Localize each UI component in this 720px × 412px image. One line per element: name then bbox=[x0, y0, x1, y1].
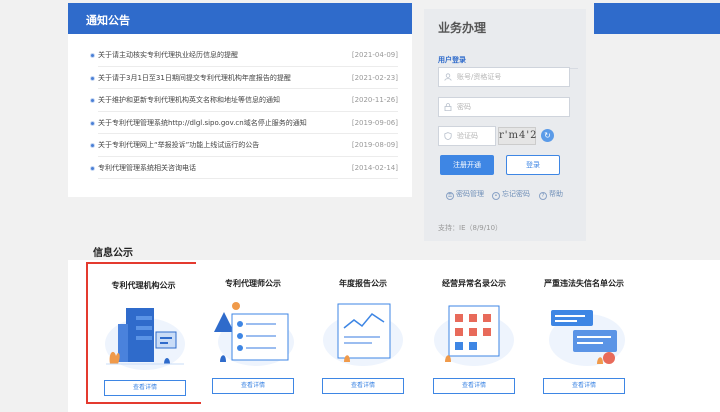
report-chart-illustration bbox=[323, 303, 403, 366]
user-icon bbox=[444, 73, 452, 81]
password-field[interactable]: 密码 bbox=[438, 97, 570, 117]
notice-item[interactable]: 专利代理管理系统相关咨询电话 [2014-02-14] bbox=[90, 157, 398, 179]
notice-panel: 通知公告 关于请主动核实专利代理执业经历信息的提醒 [2021-04-09] 关于… bbox=[68, 3, 412, 197]
account-field[interactable]: 账号/资格证号 bbox=[438, 67, 570, 87]
password-placeholder: 密码 bbox=[457, 103, 471, 111]
notice-date: [2021-02-23] bbox=[351, 73, 398, 82]
notice-date: [2020-11-26] bbox=[351, 96, 398, 104]
notice-title[interactable]: 关于请于3月1日至31日期间提交专利代理机构年度报告的提醒 bbox=[98, 67, 291, 89]
view-details-button[interactable]: 查看详情 bbox=[433, 378, 515, 394]
account-placeholder: 账号/资格证号 bbox=[457, 73, 502, 81]
notice-item[interactable]: 关于请主动核实专利代理执业经历信息的提醒 [2021-04-09] bbox=[90, 44, 398, 67]
info-section-title: 信息公示 bbox=[93, 248, 133, 259]
notice-list: 关于请主动核实专利代理执业经历信息的提醒 [2021-04-09] 关于请于3月1… bbox=[68, 34, 412, 179]
forgot-password-link[interactable]: • 忘记密码 bbox=[492, 189, 530, 200]
captcha-field[interactable]: 验证码 bbox=[438, 126, 496, 146]
login-button[interactable]: 登录 bbox=[506, 155, 560, 175]
notice-title[interactable]: 专利代理管理系统相关咨询电话 bbox=[98, 157, 196, 179]
bullet-icon bbox=[90, 143, 95, 148]
lock-icon bbox=[444, 103, 452, 111]
help-label: 帮助 bbox=[549, 190, 563, 198]
grid-list-illustration bbox=[434, 305, 514, 366]
bullet-icon bbox=[90, 165, 95, 171]
view-details-button[interactable]: 查看详情 bbox=[212, 378, 294, 394]
card-title: 经营异常名录公示 bbox=[442, 279, 506, 288]
notice-date: [2014-02-14] bbox=[351, 163, 398, 172]
chat-list-illustration bbox=[549, 310, 625, 366]
captcha-placeholder: 验证码 bbox=[457, 132, 478, 140]
notice-item[interactable]: 关于请于3月1日至31日期间提交专利代理机构年度报告的提醒 [2021-02-23… bbox=[90, 67, 398, 89]
notice-title[interactable]: 关于请主动核实专利代理执业经历信息的提醒 bbox=[98, 44, 238, 66]
notice-header: 通知公告 bbox=[68, 3, 412, 34]
bullet-icon bbox=[90, 53, 95, 58]
building-illustration bbox=[105, 308, 185, 370]
captcha-image[interactable]: r'm4'2 bbox=[498, 127, 537, 145]
card-abnormal-list[interactable]: 经营异常名录公示 查看详情 bbox=[417, 262, 531, 402]
card-agent[interactable]: 专利代理师公示 查看详情 bbox=[196, 262, 310, 402]
card-annual-report[interactable]: 年度报告公示 查看详情 bbox=[306, 262, 420, 402]
card-title: 专利代理机构公示 bbox=[111, 281, 176, 290]
browser-support-note: 支持：IE（8/9/10） bbox=[438, 224, 503, 232]
change-password-label: 密码管理 bbox=[456, 190, 484, 198]
lock-icon: • bbox=[492, 192, 500, 200]
bullet-icon bbox=[90, 120, 95, 126]
notice-item[interactable]: 关于维护和更新专利代理机构英文名称和地址等信息的通知 [2020-11-26] bbox=[90, 89, 398, 112]
notice-item[interactable]: 关于专利代理网上“举报投诉”功能上线试运行的公告 [2019-08-09] bbox=[90, 134, 398, 157]
notice-date: [2021-04-09] bbox=[351, 51, 398, 59]
card-agency[interactable]: 专利代理机构公示 查看详情 bbox=[86, 262, 201, 404]
notice-item[interactable]: 关于专利代理管理系统http://dlgl.sipo.gov.cn域名停止服务的… bbox=[90, 112, 398, 134]
change-password-link[interactable]: ⚿ 密码管理 bbox=[446, 189, 484, 200]
card-dishonesty-list[interactable]: 严重违法失信名单公示 查看详情 bbox=[527, 262, 641, 402]
agent-list-illustration bbox=[214, 302, 294, 366]
notice-date: [2019-08-09] bbox=[351, 141, 398, 149]
notice-title[interactable]: 关于专利代理管理系统http://dlgl.sipo.gov.cn域名停止服务的… bbox=[98, 112, 307, 134]
shield-icon bbox=[444, 132, 452, 140]
notice-title[interactable]: 关于专利代理网上“举报投诉”功能上线试运行的公告 bbox=[98, 134, 259, 156]
business-title: 业务办理 bbox=[438, 21, 487, 35]
notice-title[interactable]: 关于维护和更新专利代理机构英文名称和地址等信息的通知 bbox=[98, 89, 280, 111]
business-panel: 业务办理 用户登录 账号/资格证号 密码 验证码 bbox=[424, 9, 586, 241]
view-details-button[interactable]: 查看详情 bbox=[543, 378, 625, 394]
view-details-button[interactable]: 查看详情 bbox=[322, 378, 404, 394]
notice-date: [2019-09-06] bbox=[351, 118, 398, 127]
refresh-icon[interactable]: ↻ bbox=[541, 129, 554, 142]
bullet-icon bbox=[90, 98, 95, 103]
register-button[interactable]: 注册开通 bbox=[440, 155, 494, 175]
card-title: 年度报告公示 bbox=[339, 279, 387, 288]
help-link[interactable]: ? 帮助 bbox=[539, 189, 563, 200]
help-icon: ? bbox=[539, 192, 547, 200]
forgot-password-label: 忘记密码 bbox=[502, 190, 530, 198]
card-title: 专利代理师公示 bbox=[225, 279, 281, 288]
header-strip bbox=[594, 3, 720, 34]
bullet-icon bbox=[90, 75, 95, 81]
key-icon: ⚿ bbox=[446, 192, 454, 200]
view-details-button[interactable]: 查看详情 bbox=[104, 380, 186, 396]
card-title: 严重违法失信名单公示 bbox=[544, 279, 624, 288]
